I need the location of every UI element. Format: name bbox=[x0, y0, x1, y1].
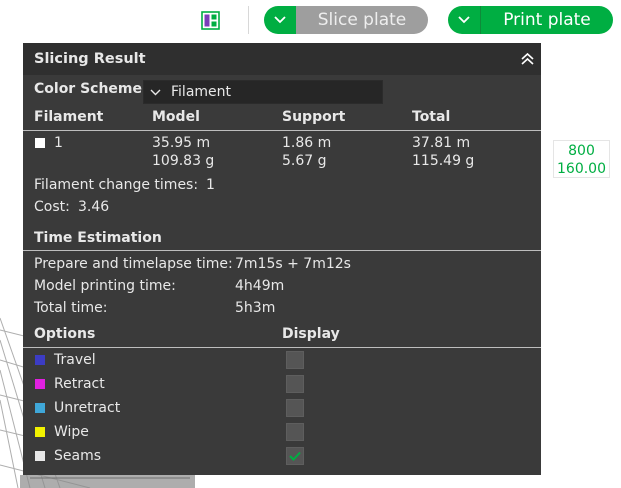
print-plate-split-button[interactable]: Print plate bbox=[448, 6, 613, 34]
unretract-color-swatch bbox=[35, 403, 45, 413]
option-label: Retract bbox=[54, 376, 105, 392]
collapse-icon[interactable] bbox=[520, 52, 535, 66]
time-value: 7m15s + 7m12s bbox=[235, 256, 351, 272]
filament-change-value: 1 bbox=[206, 177, 215, 193]
slice-dropdown-toggle[interactable] bbox=[264, 6, 296, 34]
checkmark-icon bbox=[289, 451, 301, 461]
time-label: Total time: bbox=[34, 300, 108, 316]
time-label: Prepare and timelapse time: bbox=[34, 256, 233, 272]
filament-color-swatch bbox=[35, 138, 45, 148]
option-label: Unretract bbox=[54, 400, 121, 416]
chevron-down-icon bbox=[150, 89, 161, 96]
layout-icon[interactable] bbox=[201, 11, 220, 30]
retract-color-swatch bbox=[35, 379, 45, 389]
model-length: 35.95 m bbox=[152, 135, 211, 151]
legend-value-top: 800 bbox=[568, 143, 595, 159]
col-header-model: Model bbox=[152, 109, 200, 125]
divider bbox=[23, 250, 541, 251]
travel-display-checkbox[interactable] bbox=[286, 351, 304, 369]
total-length: 37.81 m bbox=[412, 135, 471, 151]
filament-change-label: Filament change times: bbox=[34, 177, 199, 193]
travel-color-swatch bbox=[35, 355, 45, 365]
total-weight: 115.49 g bbox=[412, 153, 475, 169]
color-scheme-value: Filament bbox=[171, 84, 232, 100]
wipe-color-swatch bbox=[35, 427, 45, 437]
option-label: Wipe bbox=[54, 424, 89, 440]
slice-plate-button[interactable]: Slice plate bbox=[296, 6, 428, 34]
chevron-down-icon bbox=[458, 16, 470, 24]
display-header: Display bbox=[282, 326, 340, 342]
option-label: Travel bbox=[54, 352, 96, 368]
panel-title: Slicing Result bbox=[34, 51, 146, 67]
filament-id: 1 bbox=[54, 135, 63, 151]
options-header: Options bbox=[34, 326, 96, 342]
wipe-display-checkbox[interactable] bbox=[286, 423, 304, 441]
print-dropdown-toggle[interactable] bbox=[448, 6, 480, 34]
divider bbox=[23, 130, 541, 131]
seams-display-checkbox[interactable] bbox=[286, 447, 304, 465]
color-scheme-label: Color Scheme bbox=[34, 81, 143, 97]
option-label: Seams bbox=[54, 448, 102, 464]
col-header-filament: Filament bbox=[34, 109, 104, 125]
layer-legend: 800 160.00 bbox=[553, 140, 610, 178]
time-value: 5h3m bbox=[235, 300, 276, 316]
support-length: 1.86 m bbox=[282, 135, 332, 151]
col-header-total: Total bbox=[412, 109, 451, 125]
retract-display-checkbox[interactable] bbox=[286, 375, 304, 393]
slice-plate-split-button[interactable]: Slice plate bbox=[264, 6, 428, 34]
cost-value: 3.46 bbox=[78, 199, 110, 215]
time-estimation-title: Time Estimation bbox=[34, 230, 162, 246]
slicing-result-panel: Slicing Result Color Scheme Filament Fil… bbox=[23, 43, 541, 475]
print-plate-button[interactable]: Print plate bbox=[480, 6, 613, 34]
color-scheme-select[interactable]: Filament bbox=[143, 80, 383, 104]
col-header-support: Support bbox=[282, 109, 346, 125]
time-label: Model printing time: bbox=[34, 278, 176, 294]
divider bbox=[23, 347, 541, 348]
cost-label: Cost: bbox=[34, 199, 70, 215]
legend-value-bottom: 160.00 bbox=[557, 161, 606, 177]
chevron-down-icon bbox=[274, 16, 286, 24]
unretract-display-checkbox[interactable] bbox=[286, 399, 304, 417]
toolbar-separator bbox=[248, 6, 249, 34]
support-weight: 5.67 g bbox=[282, 153, 327, 169]
seams-color-swatch bbox=[35, 451, 45, 461]
model-weight: 109.83 g bbox=[152, 153, 215, 169]
time-value: 4h49m bbox=[235, 278, 285, 294]
panel-header: Slicing Result bbox=[23, 43, 541, 75]
